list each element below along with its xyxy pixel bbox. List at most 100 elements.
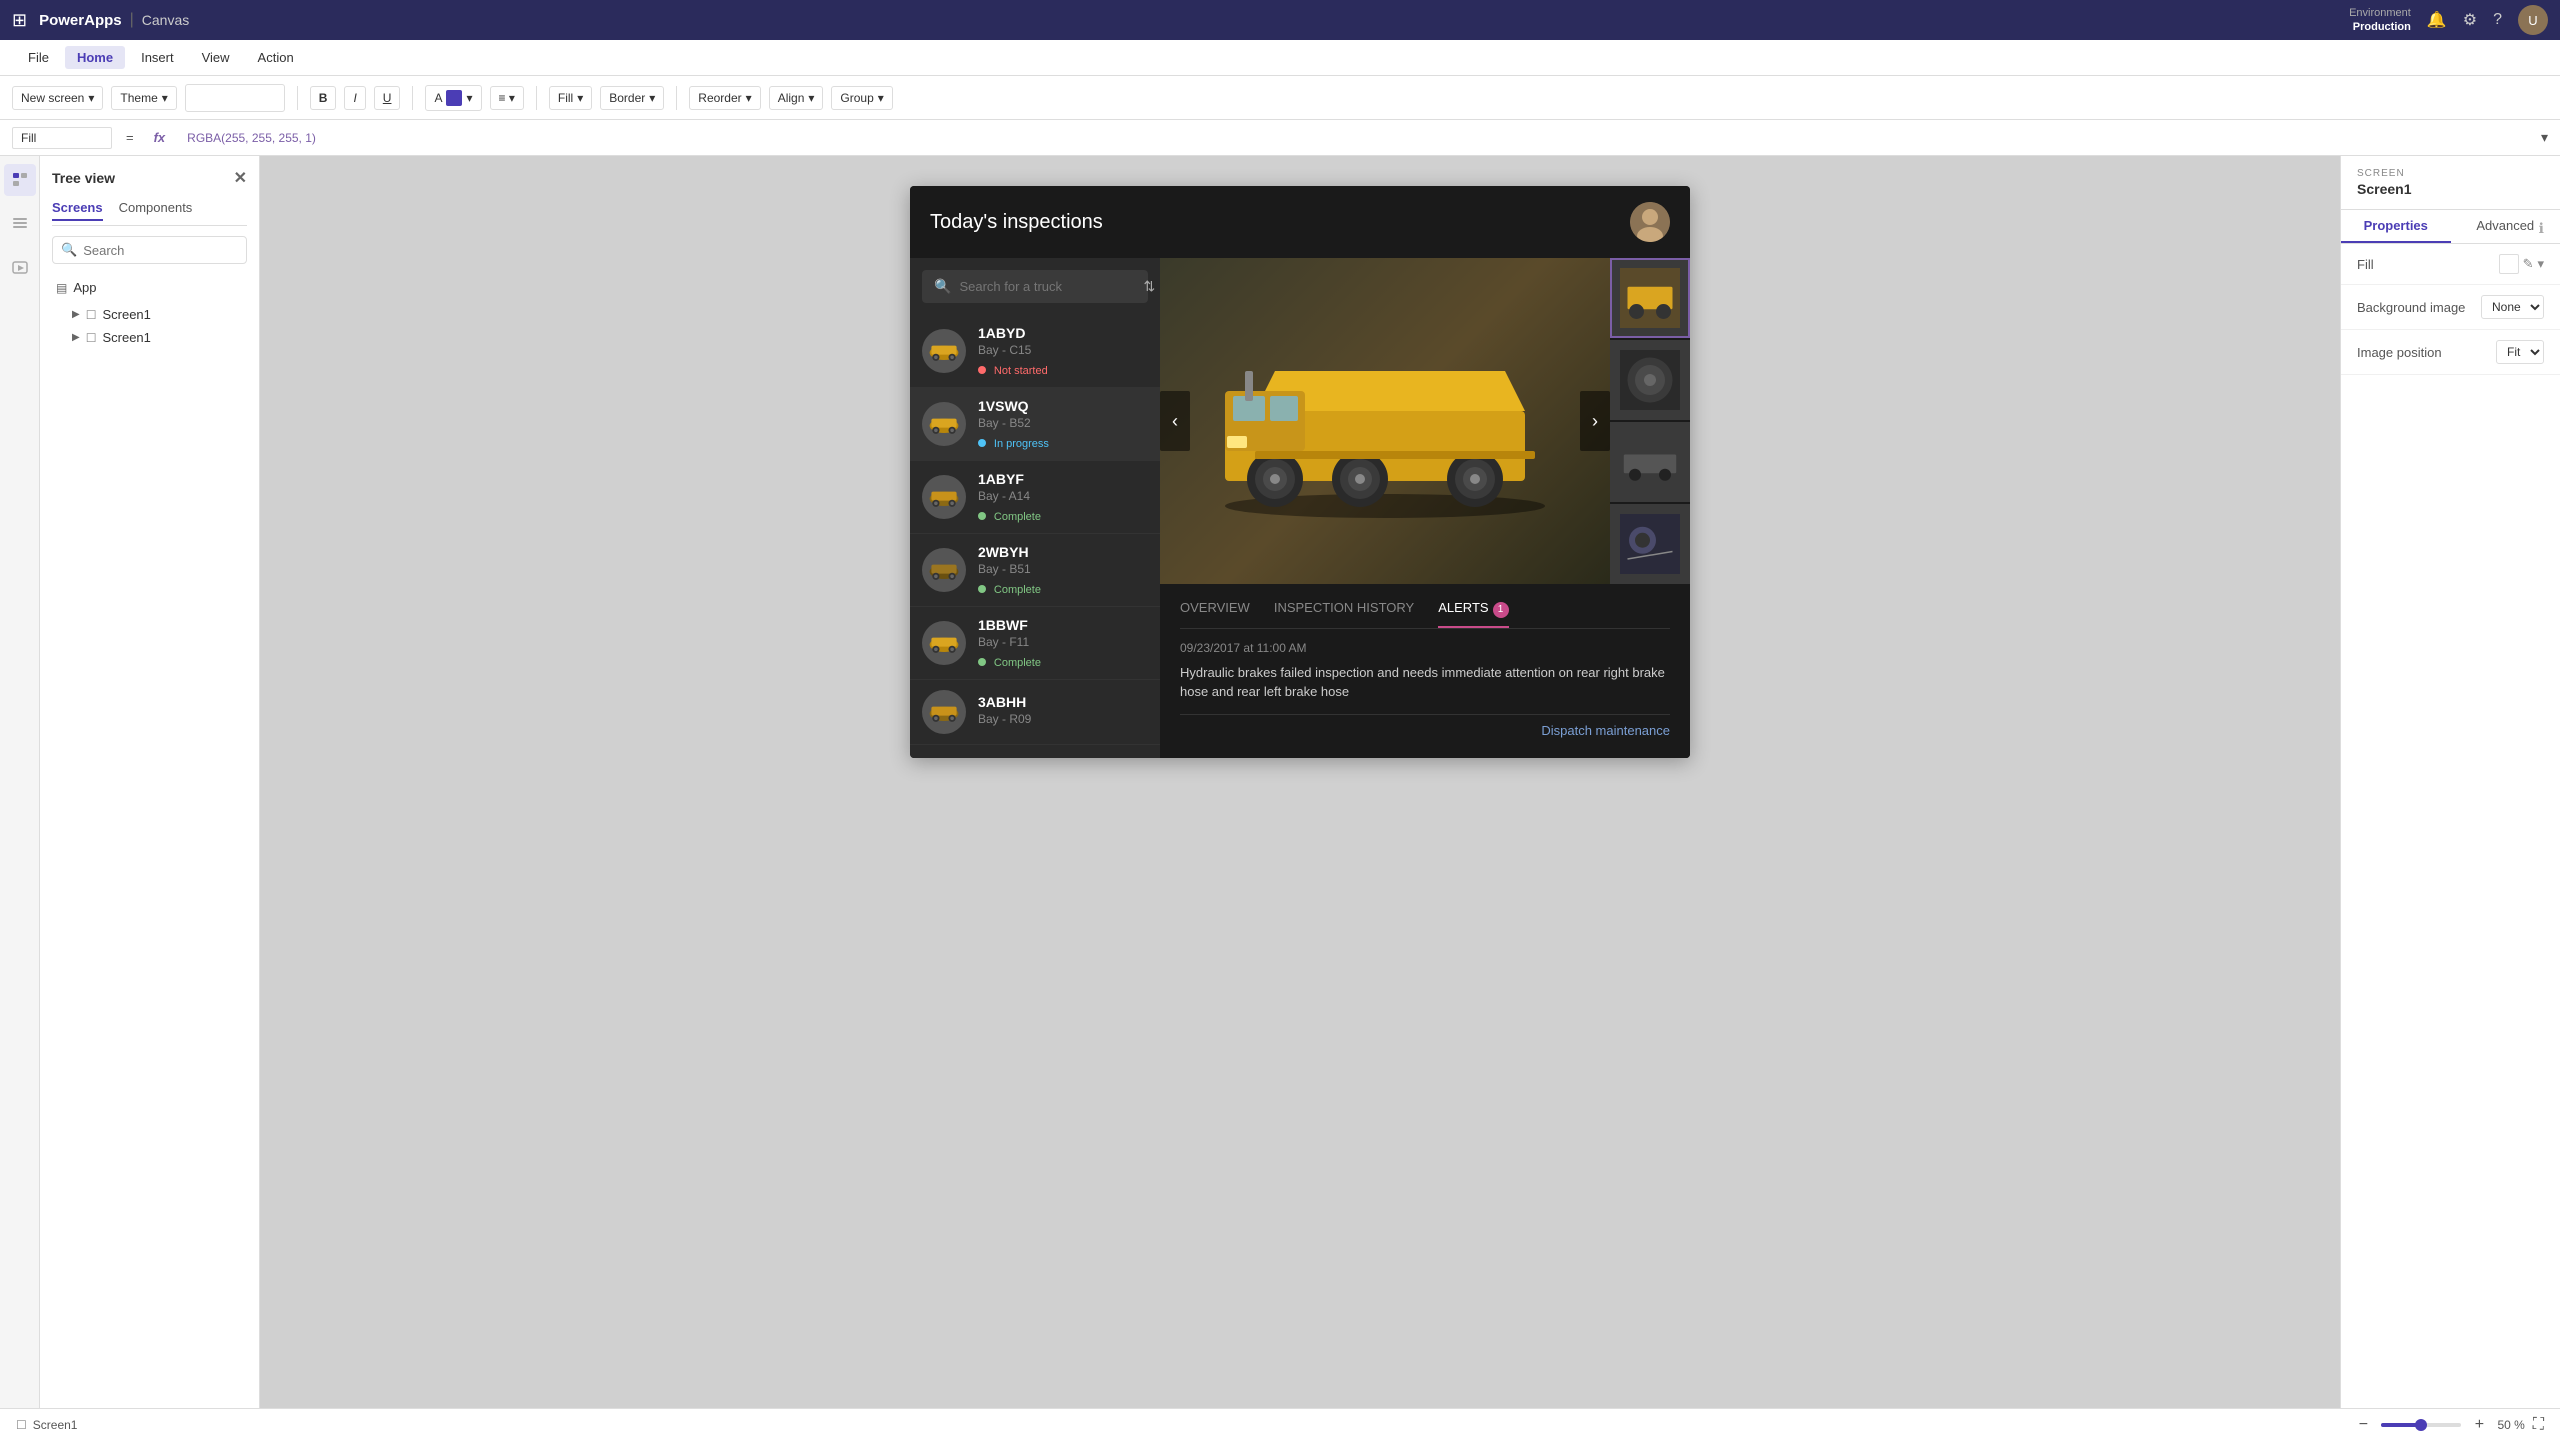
formula-display[interactable]: RGBA(255, 255, 255, 1) bbox=[179, 128, 2533, 148]
sep1 bbox=[297, 86, 298, 110]
carousel-next-btn[interactable]: › bbox=[1580, 391, 1610, 451]
tab-components[interactable]: Components bbox=[119, 200, 193, 221]
menu-home[interactable]: Home bbox=[65, 46, 125, 69]
fullscreen-btn[interactable]: ⛶ bbox=[2533, 1416, 2544, 1434]
tab-screens[interactable]: Screens bbox=[52, 200, 103, 221]
truck-item-1ABYF[interactable]: 1ABYF Bay - A14 Complete bbox=[910, 461, 1160, 534]
search-truck-input[interactable] bbox=[959, 279, 1135, 294]
truck-status-1ABYD: Not started bbox=[978, 361, 1148, 377]
underline-button[interactable]: U bbox=[374, 86, 401, 110]
carousel-prev-btn[interactable]: ‹ bbox=[1160, 391, 1190, 451]
align-button[interactable]: ≡ ▾ bbox=[490, 86, 524, 110]
detail-tab-nav: OVERVIEW INSPECTION HISTORY ALERTS1 bbox=[1180, 600, 1670, 629]
dispatch-link[interactable]: Dispatch maintenance bbox=[1180, 723, 1670, 738]
fill-button[interactable]: Fill ▾ bbox=[549, 86, 592, 110]
new-screen-button[interactable]: New screen ▾ bbox=[12, 86, 103, 110]
menu-file[interactable]: File bbox=[16, 46, 61, 69]
menu-action[interactable]: Action bbox=[246, 46, 306, 69]
status-dot-2WBYH bbox=[978, 585, 986, 593]
fill-color-swatch[interactable] bbox=[2499, 254, 2519, 274]
screen1-label-1: Screen1 bbox=[102, 307, 150, 322]
menu-view[interactable]: View bbox=[190, 46, 242, 69]
border-button[interactable]: Border ▾ bbox=[600, 86, 664, 110]
truck-item-1BBWF[interactable]: 1BBWF Bay - F11 Complete bbox=[910, 607, 1160, 680]
screen-checkbox-2[interactable]: ☐ bbox=[86, 331, 97, 345]
tab-overview[interactable]: OVERVIEW bbox=[1180, 600, 1250, 628]
tab-inspection-history[interactable]: INSPECTION HISTORY bbox=[1274, 600, 1414, 628]
theme-button[interactable]: Theme ▾ bbox=[111, 86, 176, 110]
app-body: 🔍 ⇅ bbox=[910, 258, 1690, 758]
zoom-in-btn[interactable]: + bbox=[2469, 1416, 2489, 1434]
expand-formula-icon[interactable]: ▾ bbox=[2541, 129, 2548, 146]
truck-item-3ABHH[interactable]: 3ABHH Bay - R09 bbox=[910, 680, 1160, 745]
zoom-controls: − + 50 % ⛶ bbox=[2353, 1416, 2544, 1434]
tab-alerts[interactable]: ALERTS1 bbox=[1438, 600, 1508, 628]
env-info: Environment Production bbox=[2349, 6, 2411, 35]
sort-icon[interactable]: ⇅ bbox=[1143, 278, 1155, 295]
tab-properties[interactable]: Properties bbox=[2341, 210, 2451, 243]
zoom-out-btn[interactable]: − bbox=[2353, 1416, 2373, 1434]
fill-edit-icon[interactable]: ✎ bbox=[2523, 256, 2534, 272]
help-icon[interactable]: ? bbox=[2493, 11, 2502, 29]
thumb-4[interactable] bbox=[1610, 504, 1690, 584]
italic-button[interactable]: I bbox=[344, 86, 365, 110]
color-picker[interactable] bbox=[185, 84, 285, 112]
truck-item-1VSWQ[interactable]: 1VSWQ Bay - B52 In progress bbox=[910, 388, 1160, 461]
menu-insert[interactable]: Insert bbox=[129, 46, 186, 69]
continue-inspection-button[interactable]: CONTINUE INSPECTION bbox=[1160, 758, 1690, 759]
search-box[interactable]: 🔍 bbox=[52, 236, 247, 264]
treeview-icon[interactable] bbox=[4, 164, 36, 196]
notification-icon[interactable]: 🔔 bbox=[2427, 10, 2447, 30]
tree-item-app[interactable]: ▤ App bbox=[52, 276, 247, 299]
data-icon[interactable] bbox=[4, 208, 36, 240]
truck-item-2WBYH[interactable]: 2WBYH Bay - B51 Complete bbox=[910, 534, 1160, 607]
image-position-select[interactable]: Fit bbox=[2496, 340, 2544, 364]
equals-icon: = bbox=[120, 128, 140, 147]
search-truck[interactable]: 🔍 ⇅ bbox=[922, 270, 1148, 303]
tree-item-screen1-2[interactable]: ▶ ☐ Screen1 bbox=[68, 326, 247, 349]
bg-image-select[interactable]: None bbox=[2481, 295, 2544, 319]
settings-icon[interactable]: ⚙ bbox=[2463, 10, 2477, 30]
property-selector[interactable]: Fill bbox=[12, 127, 112, 149]
chevron-right-icon-1: ▶ bbox=[72, 309, 80, 320]
main-area: Tree view ✕ Screens Components 🔍 ▤ App bbox=[0, 156, 2560, 1408]
media-icon[interactable] bbox=[4, 252, 36, 284]
theme-label: Theme bbox=[120, 91, 157, 105]
text-color-button[interactable]: A ▾ bbox=[425, 85, 481, 111]
search-icon: 🔍 bbox=[61, 242, 77, 258]
align-objects-button[interactable]: Align ▾ bbox=[769, 86, 824, 110]
bold-button[interactable]: B bbox=[310, 86, 337, 110]
fill-expand-icon[interactable]: ▾ bbox=[2537, 256, 2544, 272]
info-icon[interactable]: ℹ bbox=[2539, 220, 2544, 237]
app-grid-icon[interactable]: ⊞ bbox=[12, 10, 27, 31]
truck-info-1BBWF: 1BBWF Bay - F11 Complete bbox=[978, 617, 1148, 669]
zoom-slider[interactable] bbox=[2381, 1423, 2461, 1427]
chevron-down-icon-theme: ▾ bbox=[162, 91, 168, 105]
app-header: Today's inspections bbox=[910, 186, 1690, 258]
user-avatar[interactable] bbox=[1630, 202, 1670, 242]
app-icon: ▤ bbox=[56, 281, 67, 295]
tree-sub: ▶ ☐ Screen1 ▶ ☐ Screen1 bbox=[68, 303, 247, 349]
thumb-1[interactable] bbox=[1610, 258, 1690, 338]
search-input[interactable] bbox=[83, 243, 238, 258]
panel-tabs: Screens Components bbox=[52, 200, 247, 226]
fx-icon[interactable]: fx bbox=[148, 128, 172, 147]
close-panel-btn[interactable]: ✕ bbox=[234, 168, 247, 188]
treeview-title: Tree view bbox=[52, 170, 115, 186]
main-truck-image: ‹ › bbox=[1160, 258, 1610, 584]
thumb-3[interactable] bbox=[1610, 422, 1690, 502]
tree-item-screen1-1[interactable]: ▶ ☐ Screen1 bbox=[68, 303, 247, 326]
thumb-2[interactable] bbox=[1610, 340, 1690, 420]
thumbnail-strip bbox=[1610, 258, 1690, 584]
status-text-1BBWF: Complete bbox=[994, 657, 1041, 669]
screen-checkbox-1[interactable]: ☐ bbox=[86, 308, 97, 322]
group-label: Group bbox=[840, 91, 873, 105]
status-dot-1VSWQ bbox=[978, 439, 986, 447]
group-button[interactable]: Group ▾ bbox=[831, 86, 892, 110]
reorder-button[interactable]: Reorder ▾ bbox=[689, 86, 760, 110]
truck-item-1ABYD[interactable]: 1ABYD Bay - C15 Not started bbox=[910, 315, 1160, 388]
user-profile[interactable]: U bbox=[2518, 5, 2548, 35]
truck-info-1ABYF: 1ABYF Bay - A14 Complete bbox=[978, 471, 1148, 523]
truck-thumb-2WBYH bbox=[922, 548, 966, 592]
status-dot-1ABYD bbox=[978, 366, 986, 374]
